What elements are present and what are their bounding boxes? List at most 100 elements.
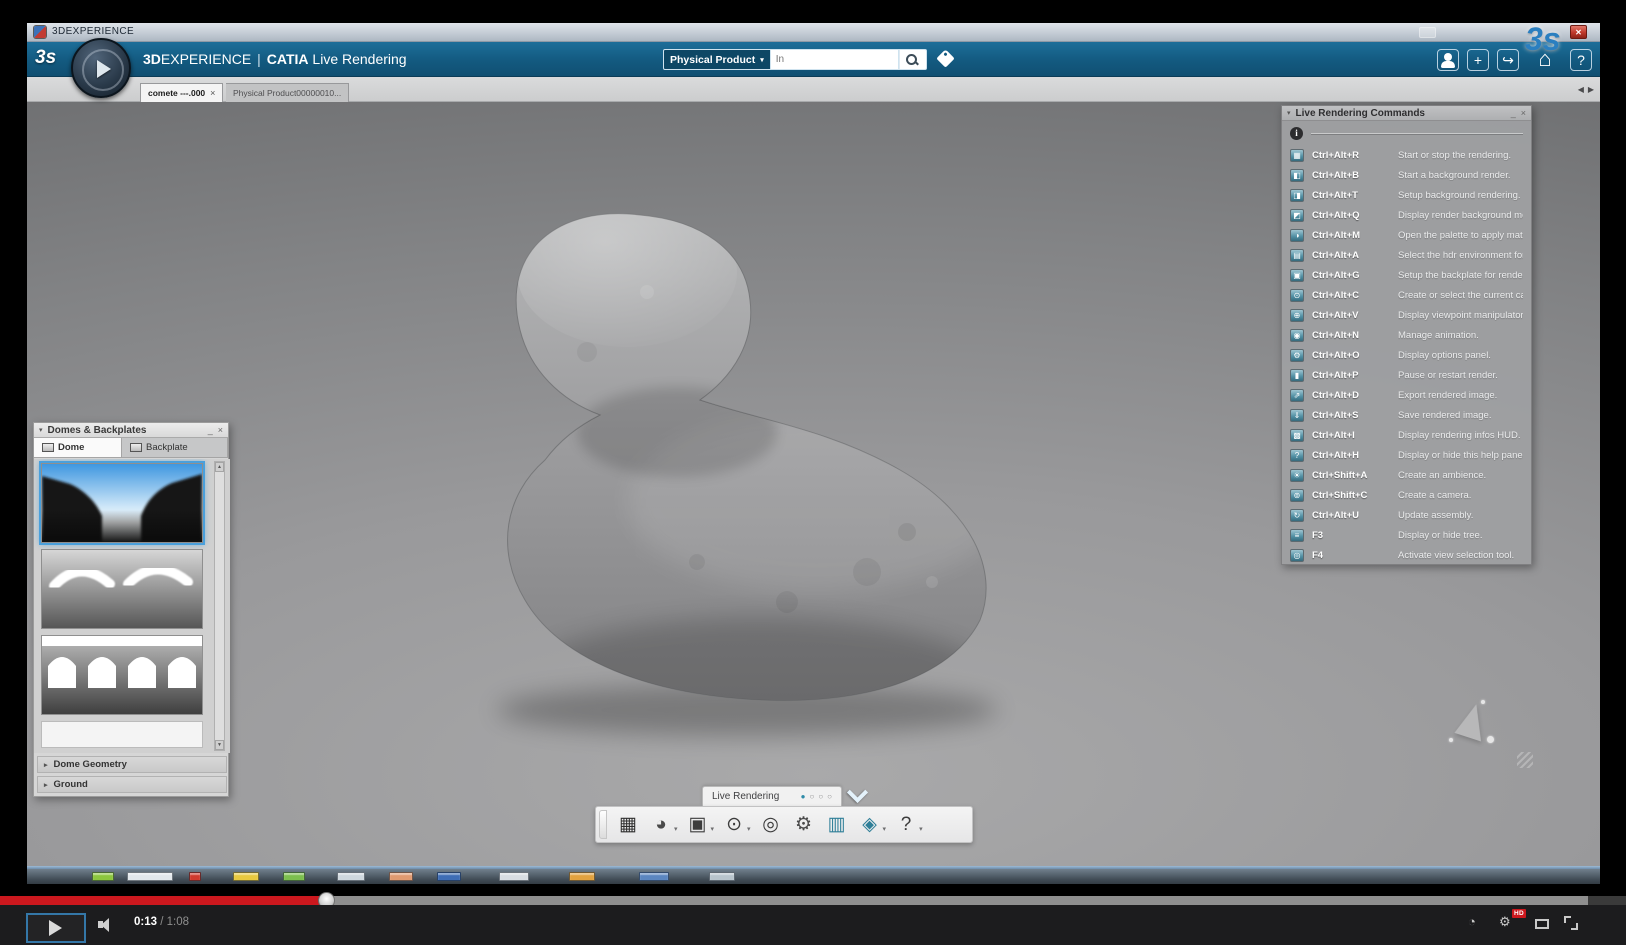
panel-title: Live Rendering Commands [1296,108,1506,119]
toolbar-button[interactable]: ▦ [613,812,644,838]
taskbar-window-chip[interactable] [639,872,669,881]
dome-thumbnail-arcs[interactable] [41,549,203,629]
window-title: 3DEXPERIENCE [52,26,134,37]
close-icon[interactable]: × [218,425,223,435]
dropdown-caret-icon[interactable]: ▾ [919,825,923,833]
taskbar-window-chip[interactable] [92,872,114,881]
expand-chevron-icon[interactable] [845,782,869,806]
command-shortcut: Ctrl+Alt+S [1312,410,1398,421]
toolbar-button[interactable]: ⚙ [789,812,820,838]
toolbar-button[interactable]: ▣ ▾ [683,812,718,838]
video-seekbar[interactable] [0,896,1626,905]
command-description: Save rendered image. [1398,410,1491,421]
thumbnail-scrollbar[interactable]: ▲ ▼ [214,461,225,751]
tree-icon: ≡ [1290,529,1304,542]
collapse-icon[interactable]: ▾ [39,426,43,434]
scroll-up-icon[interactable]: ▲ [215,462,224,472]
close-icon[interactable]: × [1521,108,1526,118]
watch-later-icon[interactable]: ◔ [1468,915,1476,929]
command-shortcut: Ctrl+Alt+P [1312,370,1398,381]
taskbar-window-chip[interactable] [283,872,305,881]
search-button[interactable] [899,49,927,70]
toolbar-drag-handle[interactable] [599,810,607,839]
command-shortcut: Ctrl+Alt+B [1312,170,1398,181]
minimize-icon[interactable]: _ [208,425,213,435]
command-shortcut: Ctrl+Shift+A [1312,470,1398,481]
collapse-icon[interactable]: ▾ [1287,109,1291,117]
3d-viewport[interactable]: ▾ Domes & Backplates _ × Dome Backplate [27,102,1600,866]
command-description: Display render background monitor. [1398,210,1523,221]
tab-scroll-right-icon[interactable]: ▶ [1588,85,1594,94]
pager-dot[interactable]: ○ [827,793,832,801]
window-close-button[interactable]: ✕ [1570,25,1587,39]
search-scope-dropdown[interactable]: Physical Product ▾ [663,49,771,70]
toolbar-button[interactable]: ▥ [822,812,853,838]
command-description: Create an ambience. [1398,470,1486,481]
share-button[interactable]: ↪ [1497,49,1519,71]
taskbar-window-chip[interactable] [127,872,173,881]
dome-thumbnail-list [34,459,230,753]
dropdown-caret-icon[interactable]: ▾ [674,825,678,833]
robot-manipulator-icon[interactable] [1441,698,1501,750]
start-stop-render-icon: ▦ [1290,149,1304,162]
dropdown-caret-icon[interactable]: ▾ [711,825,715,833]
tag-button[interactable] [935,49,959,70]
pager-dot[interactable]: ● [801,793,806,801]
tab-scroll-left-icon[interactable]: ◀ [1578,85,1584,94]
taskbar-window-chip[interactable] [499,872,529,881]
command-list: ▦ Ctrl+Alt+R Start or stop the rendering… [1282,145,1531,565]
dropdown-caret-icon[interactable]: ▾ [747,825,751,833]
dome-thumbnail-canyon[interactable] [41,463,203,543]
tab-backplate[interactable]: Backplate [122,438,228,457]
3dexperience-compass[interactable] [71,38,131,98]
minimize-icon[interactable]: _ [1511,108,1516,118]
taskbar-window-chip[interactable] [569,872,595,881]
time-display: 0:13 / 1:08 [134,916,189,928]
toolbar-button[interactable]: ◕ ▾ [646,812,681,838]
scroll-down-icon[interactable]: ▼ [215,740,224,750]
pager-dot[interactable]: ○ [809,793,814,801]
taskbar-window-chip[interactable] [233,872,259,881]
tab-physical-product[interactable]: Physical Product00000010... [226,83,349,102]
search-input[interactable] [771,49,899,70]
dome-thumbnail-arches[interactable] [41,635,203,715]
help-button[interactable]: ? [1570,49,1592,71]
settings-gear-icon[interactable]: ⚙ [1499,915,1511,929]
panel-resize-grip[interactable] [1517,752,1533,768]
expand-icon: ▸ [44,761,48,769]
pager-dot[interactable]: ○ [818,793,823,801]
toolbar-button[interactable]: ◎ [756,812,787,838]
command-description: Display options panel. [1398,350,1491,361]
tab-dome[interactable]: Dome [34,438,122,457]
fullscreen-icon[interactable] [1564,916,1578,930]
section-dome-geometry[interactable]: ▸ Dome Geometry [37,756,227,773]
tab-comete[interactable]: comete ---.000 × [140,83,223,102]
tab-close-icon[interactable]: × [210,88,215,98]
theater-mode-icon[interactable] [1535,919,1549,929]
toolbar-button[interactable]: ◈ ▾ [855,812,890,838]
panel-titlebar[interactable]: ▾ Domes & Backplates _ × [34,423,228,438]
action-bar-tab[interactable]: Live Rendering ● ○ ○ ○ [702,786,842,806]
taskbar-window-chip[interactable] [189,872,201,881]
command-row: ⚙ Ctrl+Alt+O Display options panel. [1282,345,1531,365]
taskbar-window-chip[interactable] [337,872,365,881]
tab-scroll-buttons: ◀ ▶ [1578,85,1594,94]
profile-button[interactable] [1437,49,1459,71]
toolbar-button[interactable]: ⊙ ▾ [719,812,754,838]
command-description: Create or select the current camera. [1398,290,1523,301]
toolbar-button[interactable]: ? ▾ [891,812,926,838]
taskbar-window-chip[interactable] [709,872,735,881]
volume-icon[interactable] [98,917,118,931]
taskbar-window-chip[interactable] [389,872,413,881]
add-content-button[interactable]: + [1467,49,1489,71]
minimize-button[interactable] [1419,27,1436,38]
dome-thumbnail-partial[interactable] [41,721,203,748]
dropdown-caret-icon[interactable]: ▾ [883,825,887,833]
chevron-down-icon: ▾ [760,56,764,64]
section-ground[interactable]: ▸ Ground [37,776,227,793]
taskbar-window-chip[interactable] [437,872,461,881]
pause-render-icon: ▮ [1290,369,1304,382]
panel-titlebar[interactable]: ▾ Live Rendering Commands _ × [1282,106,1531,121]
command-shortcut: Ctrl+Alt+O [1312,350,1398,361]
play-button[interactable] [26,913,86,943]
